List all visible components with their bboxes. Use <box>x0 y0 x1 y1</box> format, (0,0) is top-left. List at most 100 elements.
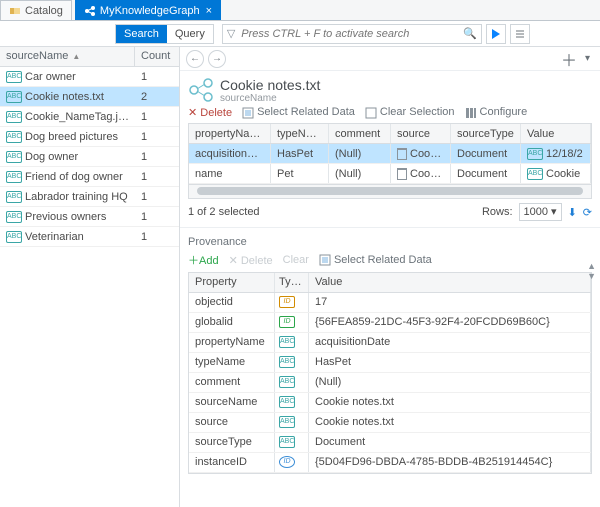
nav-row: ← → ＋ ▾ <box>180 47 600 71</box>
col-prov-property[interactable]: Property <box>189 273 275 292</box>
prov-add-button[interactable]: ＋Add <box>188 252 219 268</box>
sidebar-grid: sourceName▲ Count ABCCar owner1ABCCookie… <box>0 47 180 507</box>
tab-catalog[interactable]: Catalog <box>0 0 72 20</box>
menu-button[interactable] <box>510 24 530 44</box>
provenance-row[interactable]: globalidID{56FEA859-21DC-45F3-92F4-20FCD… <box>189 313 591 333</box>
sidebar-row[interactable]: ABCCar owner1 <box>0 67 179 87</box>
main-toolbar: Search Query ▽ 🔍 <box>0 21 600 47</box>
graph-node-icon <box>188 77 214 103</box>
properties-grid: propertyName typeName comment source sou… <box>188 123 592 185</box>
provenance-grid-header: Property Type Value <box>189 273 591 293</box>
detail-actions: ✕ Delete Select Related Data Clear Selec… <box>180 106 600 123</box>
close-icon[interactable]: × <box>206 5 212 17</box>
graph-icon <box>84 5 96 17</box>
col-source[interactable]: source <box>391 124 451 143</box>
document-icon <box>397 148 407 160</box>
search-box[interactable]: ▽ 🔍 <box>222 24 482 44</box>
provenance-row[interactable]: instanceIDID{5D04FD96-DBDA-4785-BDDB-4B2… <box>189 453 591 473</box>
text-type-icon: ABC <box>6 191 22 203</box>
properties-row[interactable]: acquisitionDateHasPet(Null)Cookie...Docu… <box>189 144 591 164</box>
sidebar-row[interactable]: ABCCookie notes.txt2 <box>0 87 179 107</box>
text-type-icon: ABC <box>279 396 295 408</box>
horizontal-scrollbar[interactable] <box>188 185 592 199</box>
provenance-title: Provenance <box>188 236 592 248</box>
col-propertyname[interactable]: propertyName <box>189 124 271 143</box>
detail-title: Cookie notes.txt <box>220 77 320 93</box>
detail-header: Cookie notes.txt sourceName <box>180 71 600 106</box>
col-prov-value[interactable]: Value <box>309 273 591 292</box>
provenance-row[interactable]: objectidID17 <box>189 293 591 313</box>
provenance-panel: Provenance ＋Add ✕ Delete Clear Select Re… <box>180 228 600 478</box>
col-count[interactable]: Count <box>135 47 179 66</box>
text-type-icon: ABC <box>527 168 543 180</box>
text-type-icon: ABC <box>279 416 295 428</box>
detail-subtitle: sourceName <box>220 93 320 104</box>
add-button[interactable]: ＋ <box>557 47 581 71</box>
search-input[interactable] <box>239 27 463 41</box>
sidebar-row[interactable]: ABCCookie_NameTag.jpg1 <box>0 107 179 127</box>
selection-count: 1 of 2 selected <box>188 206 260 218</box>
select-related-button[interactable]: Select Related Data <box>242 106 355 118</box>
prov-select-related-button[interactable]: Select Related Data <box>319 254 432 266</box>
sidebar-row[interactable]: ABCVeterinarian1 <box>0 227 179 247</box>
col-comment[interactable]: comment <box>329 124 391 143</box>
col-prov-type[interactable]: Type <box>275 273 309 292</box>
provenance-row[interactable]: sourceNameABCCookie notes.txt <box>189 393 591 413</box>
sort-asc-icon: ▲ <box>72 52 80 61</box>
sidebar-row[interactable]: ABCDog owner1 <box>0 147 179 167</box>
tab-catalog-label: Catalog <box>25 5 63 17</box>
sidebar-row[interactable]: ABCDog breed pictures1 <box>0 127 179 147</box>
col-value[interactable]: Value <box>521 124 591 143</box>
delete-button[interactable]: ✕ Delete <box>188 106 232 119</box>
text-type-icon: ABC <box>527 148 543 160</box>
select-related-icon <box>319 254 331 266</box>
query-mode-button[interactable]: Query <box>167 25 213 43</box>
tab-kg-label: MyKnowledgeGraph <box>100 5 200 17</box>
prov-delete-button: ✕ Delete <box>229 254 273 267</box>
sidebar-row[interactable]: ABCFriend of dog owner1 <box>0 167 179 187</box>
text-type-icon: ABC <box>6 211 22 223</box>
download-button[interactable]: ⬇ <box>568 206 577 219</box>
provenance-row[interactable]: sourceABCCookie notes.txt <box>189 413 591 433</box>
rows-selector[interactable]: 1000 ▾ <box>519 203 562 221</box>
properties-grid-header: propertyName typeName comment source sou… <box>189 124 591 144</box>
text-type-icon: ABC <box>6 171 22 183</box>
provenance-row[interactable]: sourceTypeABCDocument <box>189 433 591 453</box>
oid-type-icon: ID <box>279 456 295 468</box>
properties-row[interactable]: namePet(Null)Cookie...DocumentABCCookie <box>189 164 591 184</box>
id-type-icon: ID <box>279 296 295 308</box>
col-typename[interactable]: typeName <box>271 124 329 143</box>
sidebar-row[interactable]: ABCLabrador training HQ1 <box>0 187 179 207</box>
detail-panel: ← → ＋ ▾ Cookie notes.txt sourceName ✕ De… <box>180 47 600 507</box>
expand-icon[interactable]: ▲▼ <box>587 261 596 281</box>
clear-selection-button[interactable]: Clear Selection <box>365 106 455 118</box>
catalog-icon <box>9 5 21 17</box>
provenance-row[interactable]: typeNameABCHasPet <box>189 353 591 373</box>
search-icon[interactable]: 🔍 <box>463 27 477 40</box>
text-type-icon: ABC <box>6 151 22 163</box>
run-button[interactable] <box>486 24 506 44</box>
configure-button[interactable]: Configure <box>465 106 528 118</box>
filter-icon: ▽ <box>227 27 235 40</box>
back-button[interactable]: ← <box>186 50 204 68</box>
configure-icon <box>465 107 477 119</box>
refresh-button[interactable]: ⟳ <box>583 206 592 219</box>
app-tabbar: Catalog MyKnowledgeGraph × <box>0 0 600 21</box>
tab-knowledge-graph[interactable]: MyKnowledgeGraph × <box>75 0 221 20</box>
sidebar-grid-header: sourceName▲ Count <box>0 47 179 67</box>
provenance-row[interactable]: propertyNameABCacquisitionDate <box>189 333 591 353</box>
document-icon <box>397 168 407 180</box>
rows-label: Rows: <box>482 206 513 218</box>
text-type-icon: ABC <box>279 376 295 388</box>
clear-selection-icon <box>365 107 377 119</box>
search-mode-button[interactable]: Search <box>116 25 167 43</box>
provenance-toolbar: ＋Add ✕ Delete Clear Select Related Data <box>188 252 592 268</box>
col-sourcetype[interactable]: sourceType <box>451 124 521 143</box>
provenance-row[interactable]: commentABC(Null) <box>189 373 591 393</box>
forward-button[interactable]: → <box>208 50 226 68</box>
text-type-icon: ABC <box>279 336 295 348</box>
dropdown-icon[interactable]: ▾ <box>581 53 594 64</box>
col-sourcename[interactable]: sourceName▲ <box>0 47 135 66</box>
sidebar-row[interactable]: ABCPrevious owners1 <box>0 207 179 227</box>
text-type-icon: ABC <box>279 356 295 368</box>
